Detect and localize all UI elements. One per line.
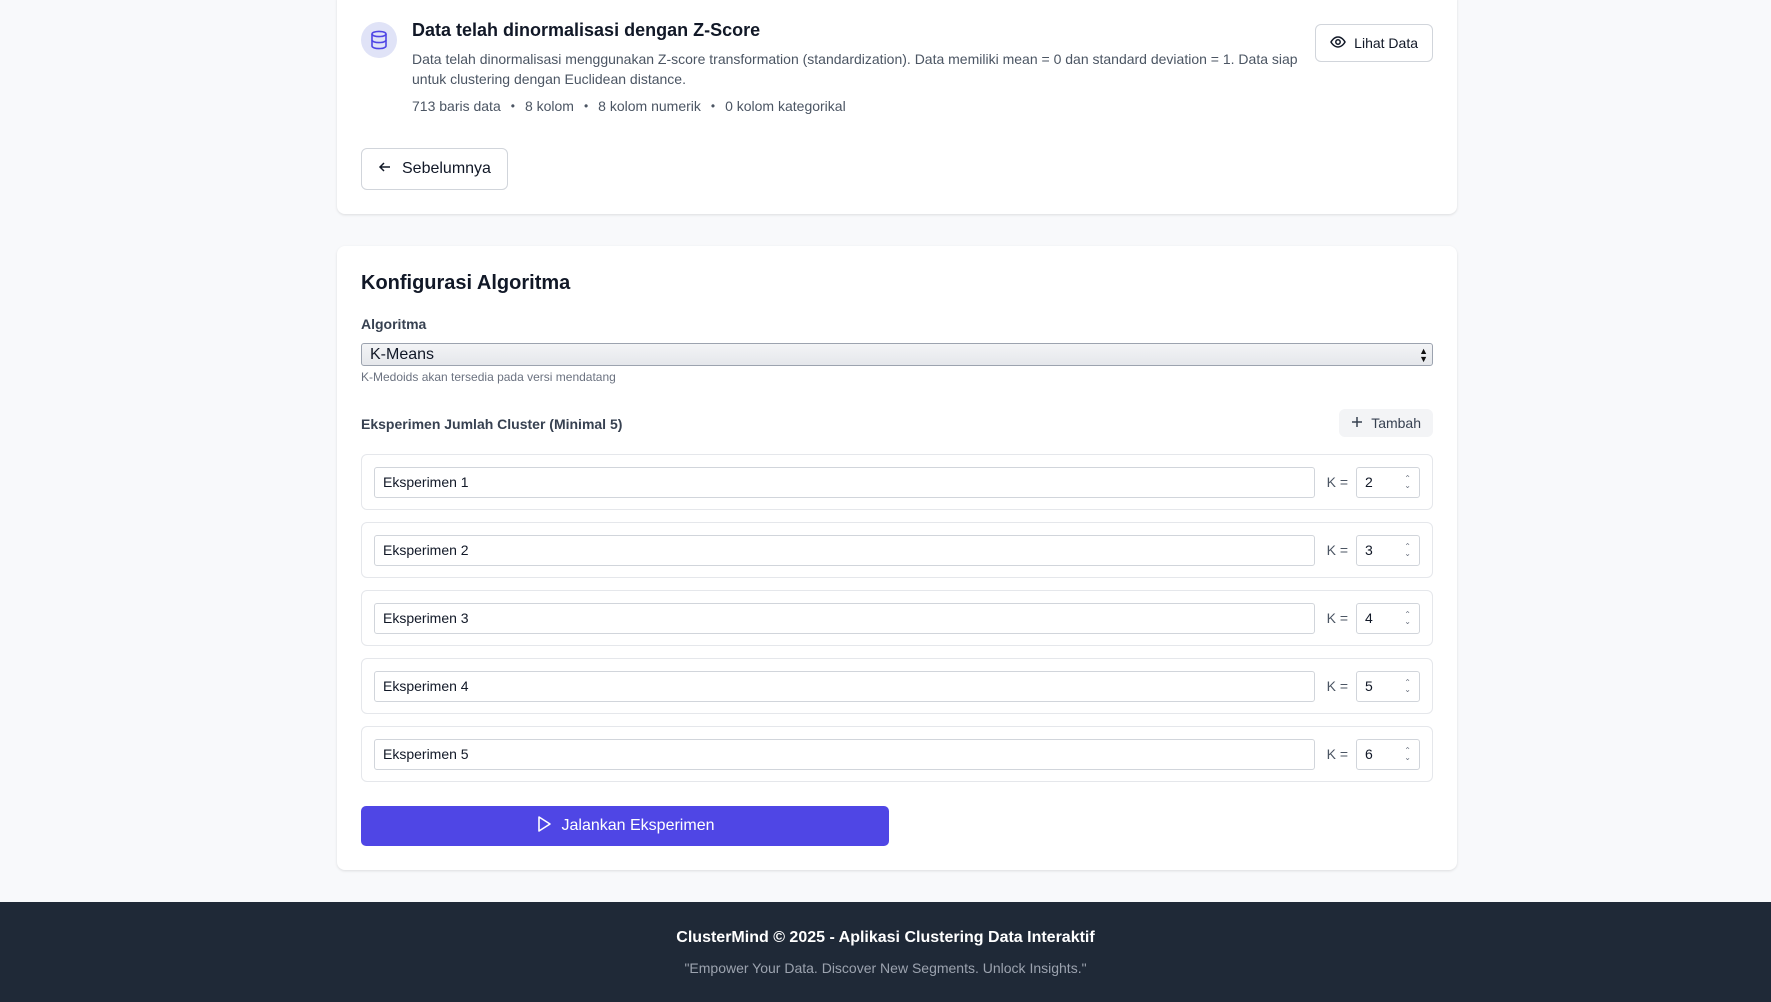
- dataset-stats: 713 baris data • 8 kolom • 8 kolom numer…: [412, 98, 846, 114]
- spinner-icon[interactable]: ⌃ ⌄: [1404, 543, 1411, 558]
- stat-separator: •: [710, 99, 716, 113]
- stat-separator: •: [583, 99, 589, 113]
- k-value: 3: [1365, 542, 1373, 558]
- experiment-row: K = 5 ⌃⌄: [361, 658, 1433, 714]
- k-value-input[interactable]: 6 ⌃ ⌄: [1356, 738, 1420, 770]
- stat-separator: •: [510, 99, 515, 113]
- arrow-left-icon: [378, 160, 392, 179]
- k-label: K =: [1326, 542, 1348, 558]
- algorithm-config-card: Konfigurasi Algoritma Algoritma K-Means …: [337, 246, 1457, 870]
- k-value-input[interactable]: 3 ⌃ ⌄: [1356, 534, 1420, 566]
- k-label: K =: [1326, 474, 1348, 490]
- config-title: Konfigurasi Algoritma: [361, 272, 571, 294]
- k-label: K =: [1326, 610, 1348, 626]
- run-experiments-button[interactable]: Jalankan Eksperimen: [361, 806, 889, 846]
- normalization-title: Data telah dinormalisasi dengan Z-Score: [412, 20, 761, 40]
- spinner-icon[interactable]: ⌃ ⌄: [1404, 679, 1411, 694]
- stat-columns: 8 kolom: [524, 98, 574, 114]
- k-label: K =: [1326, 678, 1348, 694]
- normalization-info-card: Data telah dinormalisasi dengan Z-Score …: [337, 0, 1457, 214]
- stat-numeric: 8 kolom numerik: [598, 98, 701, 114]
- experiment-row: K = 4 ⌃⌄: [361, 590, 1433, 646]
- normalization-description: Data telah dinormalisasi menggunakan Z-s…: [412, 51, 1298, 87]
- add-experiment-label: Tambah: [1371, 415, 1421, 431]
- eye-icon: [1330, 34, 1347, 53]
- stat-categorical: 0 kolom kategorikal: [725, 98, 846, 114]
- experiment-row: K = 6 ⌃⌄: [361, 726, 1433, 782]
- footer-tagline: "Empower Your Data. Discover New Segment…: [684, 960, 1087, 976]
- k-label: K =: [1326, 746, 1348, 762]
- add-experiment-button[interactable]: Tambah: [1339, 409, 1433, 437]
- experiment-name-input[interactable]: [374, 738, 1315, 770]
- k-value-input[interactable]: 5 ⌃ ⌄: [1356, 670, 1420, 702]
- experiment-name-input[interactable]: [374, 602, 1315, 634]
- previous-button[interactable]: Sebelumnya: [361, 148, 508, 190]
- experiment-row: K = 3 ⌃⌄: [361, 522, 1433, 578]
- footer: ClusterMind © 2025 - Aplikasi Clustering…: [0, 902, 1771, 1002]
- database-icon: [361, 22, 397, 58]
- algorithm-selected-value: K-Means: [370, 345, 435, 363]
- experiments-heading: Eksperimen Jumlah Cluster (Minimal 5): [361, 416, 623, 432]
- algorithm-select[interactable]: K-Means ▲ ▼: [361, 343, 1433, 366]
- spinner-icon[interactable]: ⌃ ⌄: [1404, 475, 1411, 490]
- stat-rows: 713 baris data: [412, 98, 501, 114]
- view-data-label: Lihat Data: [1354, 35, 1418, 51]
- k-value-input[interactable]: 2 ⌃ ⌄: [1356, 466, 1420, 498]
- footer-title: ClusterMind © 2025 - Aplikasi Clustering…: [676, 929, 1095, 946]
- view-data-button[interactable]: Lihat Data: [1315, 24, 1433, 62]
- k-value: 6: [1365, 746, 1373, 762]
- experiment-name-input[interactable]: [374, 466, 1315, 498]
- k-value: 2: [1365, 474, 1373, 490]
- play-icon: [536, 815, 552, 838]
- experiment-list: K = 2 ⌃⌄ K = 3 ⌃⌄ K = 4 ⌃⌄ K =: [361, 454, 1433, 794]
- experiment-name-input[interactable]: [374, 534, 1315, 566]
- experiment-row: K = 2 ⌃⌄: [361, 454, 1433, 510]
- algorithm-label: Algoritma: [361, 316, 427, 332]
- previous-label: Sebelumnya: [402, 160, 491, 177]
- k-value: 5: [1365, 678, 1373, 694]
- select-arrows-icon: ▲ ▼: [1419, 345, 1428, 364]
- run-experiments-label: Jalankan Eksperimen: [561, 817, 715, 834]
- algorithm-hint: K-Medoids akan tersedia pada versi menda…: [361, 370, 616, 384]
- experiment-name-input[interactable]: [374, 670, 1315, 702]
- plus-icon: [1351, 415, 1363, 431]
- spinner-icon[interactable]: ⌃ ⌄: [1404, 747, 1411, 762]
- k-value: 4: [1365, 610, 1373, 626]
- spinner-icon[interactable]: ⌃ ⌄: [1404, 611, 1411, 626]
- k-value-input[interactable]: 4 ⌃ ⌄: [1356, 602, 1420, 634]
